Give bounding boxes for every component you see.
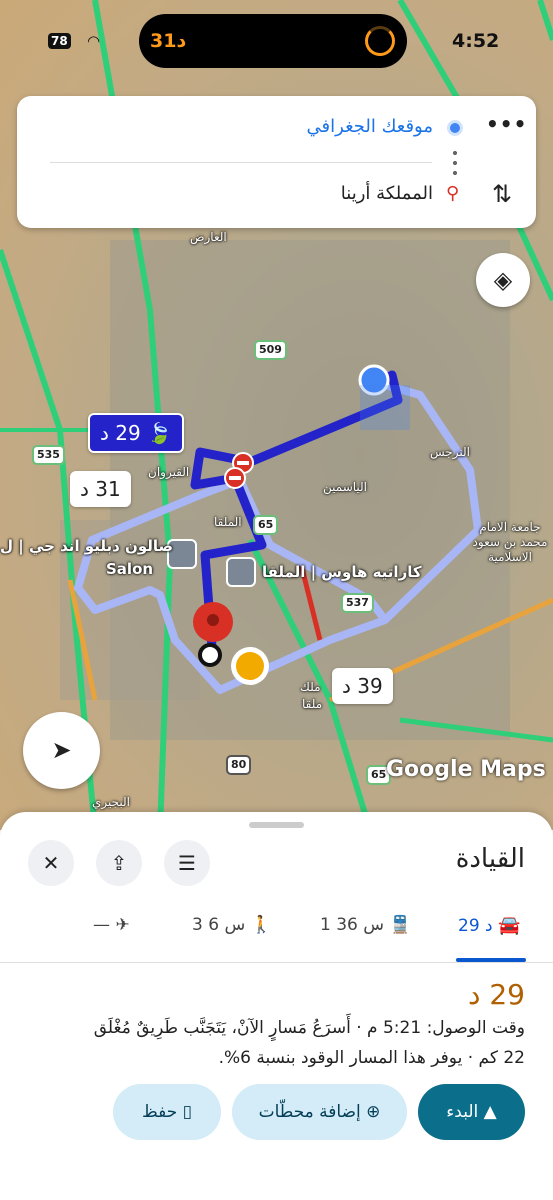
sheet-title: القيادة xyxy=(455,844,525,874)
map-label-salon-en[interactable]: Salon xyxy=(106,560,153,578)
start-button-label: البدء xyxy=(446,1102,479,1122)
close-icon: ✕ xyxy=(42,851,60,875)
train-icon: 🚆 xyxy=(389,915,411,935)
route-bubble-alt1[interactable]: 31 د xyxy=(70,471,131,507)
save-label: حفظ xyxy=(141,1102,178,1122)
start-button[interactable]: ▲ البدء xyxy=(418,1084,525,1140)
map-label-karatih[interactable]: كاراتيه هاوس | الملقا xyxy=(262,563,422,581)
airplane-icon: ✈ xyxy=(115,915,130,935)
route-bubble-selected[interactable]: 🍃 29 د xyxy=(88,413,184,453)
origin-field[interactable]: موقعك الجغرافي xyxy=(307,116,433,137)
tab-flight[interactable]: — ✈ xyxy=(93,915,130,935)
swap-icon[interactable]: ⇅ xyxy=(492,180,512,208)
battery-indicator: 78 xyxy=(48,33,71,49)
add-stops-label: إضافة محطّات xyxy=(258,1102,361,1122)
road-shield-65: 65 xyxy=(253,515,279,535)
sheet-drag-handle[interactable] xyxy=(249,822,304,828)
walk-icon: 🚶 xyxy=(250,915,272,935)
route-card-divider xyxy=(50,162,432,163)
tune-icon: ☰ xyxy=(178,851,196,875)
tab-walk[interactable]: 3 س 6 🚶 xyxy=(192,915,272,935)
navigation-arrow-icon: ➤ xyxy=(51,736,72,764)
map-label-alqirawan: القيروان xyxy=(148,465,190,479)
road-shield-535: 535 xyxy=(32,445,65,465)
map-label-almalqa2: ملقا xyxy=(302,697,323,711)
arrival-info: وقت الوصول: 5:21 م · أَسرَعُ مَسارٍ الآن… xyxy=(93,1018,525,1038)
route-connector-icon xyxy=(453,148,457,178)
navigate-arrow-icon: ▲ xyxy=(483,1102,497,1122)
map-label-alyasmin: الياسمين xyxy=(323,480,368,494)
map-label-university[interactable]: جامعة الامام محمد بن سعود الاسلامية xyxy=(470,520,550,565)
map-label-salon[interactable]: صالون دبليو اند جي | ل xyxy=(0,537,173,555)
bookmark-icon: ▯ xyxy=(182,1102,192,1122)
my-location-button[interactable]: ➤ xyxy=(23,712,100,789)
tabs-divider xyxy=(0,962,553,963)
road-shield-80: 80 xyxy=(226,755,252,775)
layers-icon: ◈ xyxy=(493,266,513,294)
map-label-alnarjis: النرجس xyxy=(430,445,470,459)
more-options-icon[interactable]: ••• xyxy=(486,112,527,136)
map-label-albujairi: البجيري xyxy=(92,795,130,809)
wifi-icon: ◠ xyxy=(87,32,101,50)
add-stops-button[interactable]: ⊕ إضافة محطّات xyxy=(232,1084,407,1140)
map-label-almalqa: الملقا xyxy=(214,515,242,529)
distance-info: 22 كم · يوفر هذا المسار الوقود بنسبة 6%. xyxy=(218,1048,525,1068)
add-location-icon: ⊕ xyxy=(366,1102,381,1122)
share-icon: ⇪ xyxy=(110,851,128,875)
road-shield-509: 509 xyxy=(254,340,287,360)
map-label-alaridh: العارض xyxy=(190,230,227,244)
origin-dot-icon xyxy=(447,120,463,136)
route-bubble-alt2[interactable]: 39 د xyxy=(332,668,393,704)
road-shield-537: 537 xyxy=(341,593,374,613)
route-options-button[interactable]: ☰ xyxy=(164,840,210,886)
island-eta: 31د xyxy=(150,30,187,52)
save-button[interactable]: ▯ حفظ xyxy=(113,1084,221,1140)
tab-transit[interactable]: 1 س 36 🚆 xyxy=(320,915,411,935)
navigation-progress-icon xyxy=(365,26,395,56)
google-maps-watermark: Google Maps xyxy=(386,757,546,782)
route-bubble-selected-label: 29 د xyxy=(100,421,141,445)
map-label-malik: ملك xyxy=(300,680,321,694)
transit-tab-time: 1 س 36 xyxy=(320,915,385,935)
share-button[interactable]: ⇪ xyxy=(96,840,142,886)
flight-tab-time: — xyxy=(93,915,110,935)
eco-leaf-icon: 🍃 xyxy=(147,421,172,445)
tab-drive[interactable]: 29 د 🚘 xyxy=(458,915,520,936)
status-time: 4:52 xyxy=(452,30,500,52)
destination-pin-icon: ⚲ xyxy=(446,183,460,204)
drive-tab-time: 29 د xyxy=(458,916,493,936)
layers-button[interactable]: ◈ xyxy=(476,253,530,307)
walk-tab-time: 3 س 6 xyxy=(192,915,246,935)
route-duration: 29 د xyxy=(467,978,525,1011)
destination-field[interactable]: المملكة أرينا xyxy=(341,183,433,204)
car-icon: 🚘 xyxy=(498,915,521,936)
close-button[interactable]: ✕ xyxy=(28,840,74,886)
